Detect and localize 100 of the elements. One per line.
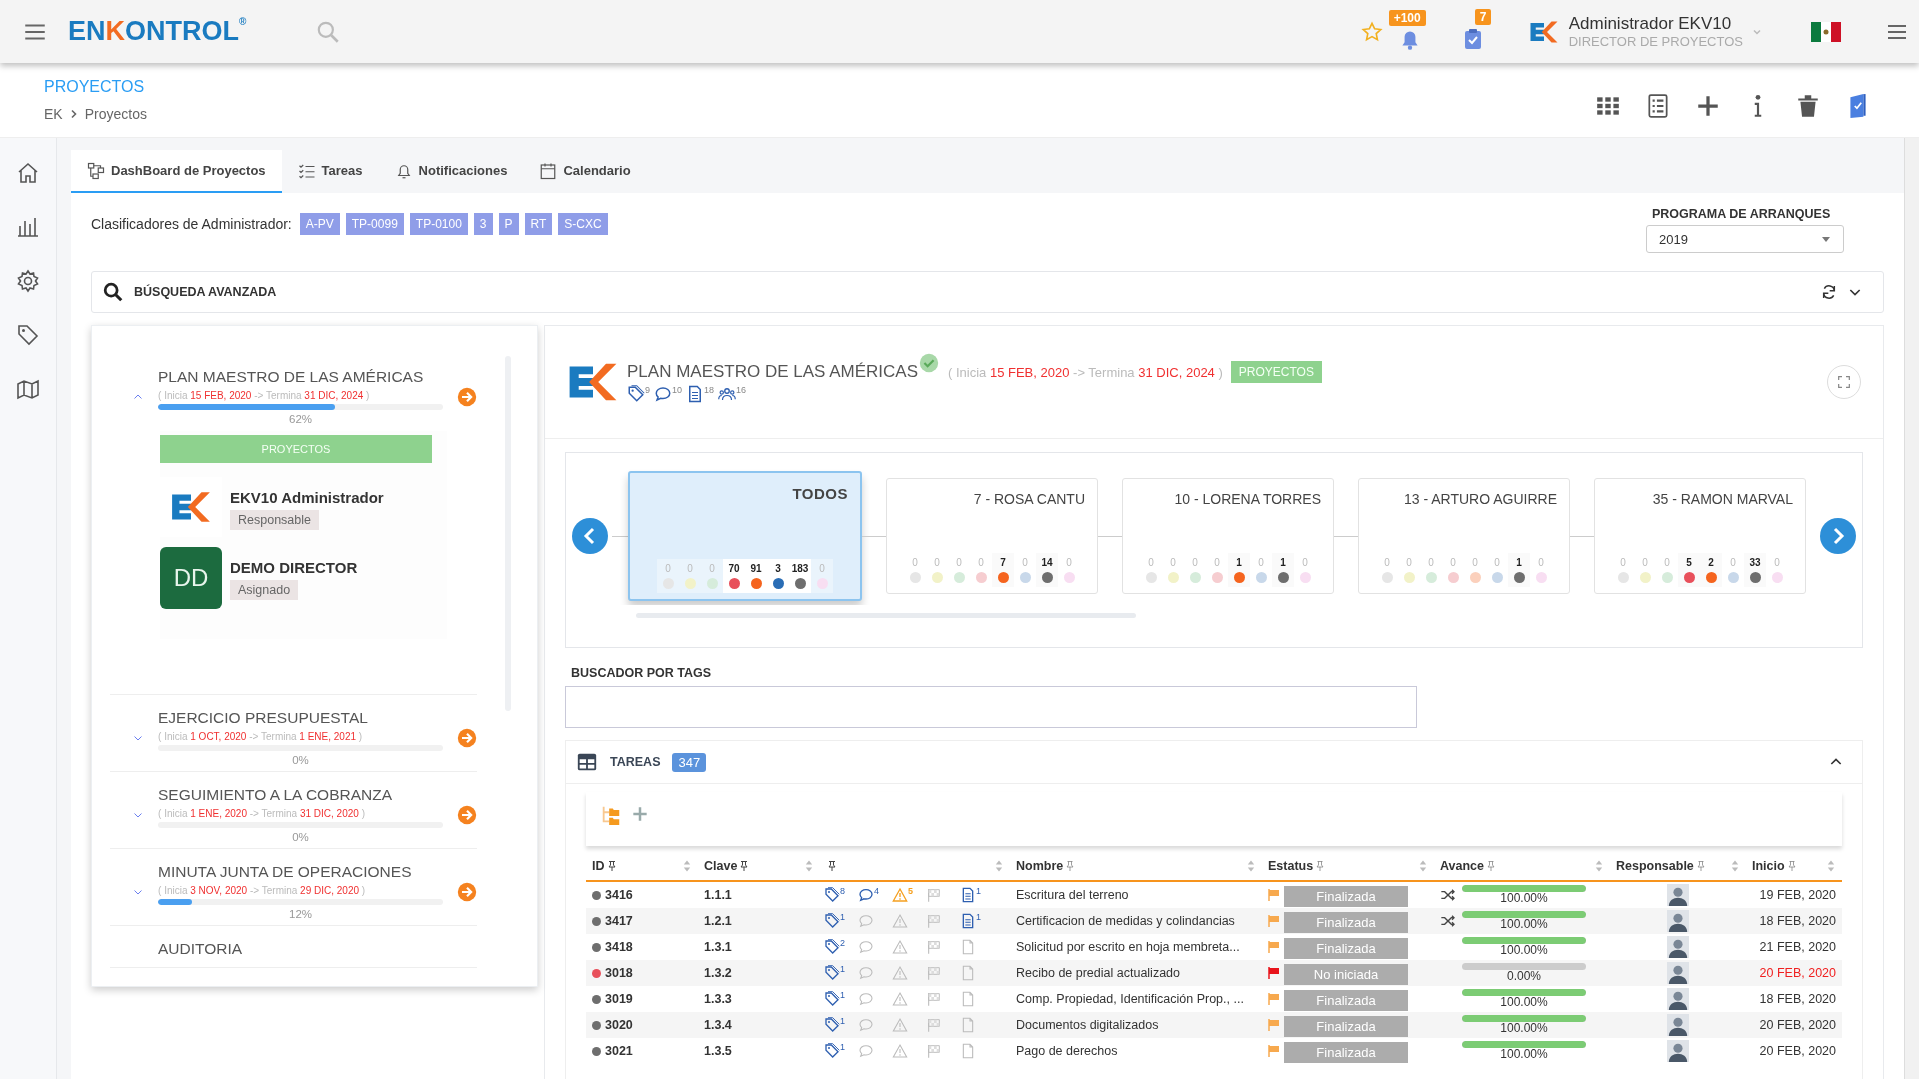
task-name[interactable]: Solicitud por escrito en hoja membreta... (1016, 940, 1240, 954)
trash-icon[interactable] (1795, 93, 1821, 119)
sort-icon[interactable] (1826, 858, 1836, 874)
sort-icon[interactable] (1246, 858, 1256, 874)
tab[interactable]: Calendario (523, 150, 647, 193)
tag-icon[interactable] (824, 1043, 840, 1059)
task-name[interactable]: Pago de derechos (1016, 1044, 1118, 1058)
task-name[interactable]: Recibo de predial actualizado (1016, 966, 1180, 980)
warning-icon[interactable] (892, 991, 908, 1007)
warning-icon[interactable] (892, 1043, 908, 1059)
pin-icon[interactable] (605, 860, 618, 872)
sort-icon[interactable] (1594, 858, 1604, 874)
tag-icon[interactable] (824, 887, 840, 903)
breadcrumb-item[interactable]: Proyectos (84, 106, 147, 122)
shuffle-icon[interactable] (1440, 887, 1456, 903)
tag-icon[interactable] (627, 385, 645, 403)
tree-icon[interactable] (600, 804, 622, 826)
advanced-search-bar[interactable]: BÚSQUEDA AVANZADA (91, 271, 1884, 313)
assignee-card[interactable]: 13 - ARTURO AGUIRRE 0 0 0 0 0 0 1 0 (1358, 478, 1570, 594)
column-header[interactable]: Inicio (1752, 859, 1785, 873)
sort-icon[interactable] (682, 858, 692, 874)
checkered-flag-icon[interactable] (926, 913, 942, 929)
warning-icon[interactable] (892, 913, 908, 929)
task-name[interactable]: Comp. Propiedad, Identificación Prop., ... (1016, 992, 1244, 1006)
shuffle-icon[interactable] (1440, 913, 1456, 929)
add-icon[interactable] (1695, 93, 1721, 119)
checkered-flag-icon[interactable] (926, 887, 942, 903)
tag-icon[interactable] (824, 965, 840, 981)
project-title[interactable]: SEGUIMIENTO A LA COBRANZA (158, 786, 443, 804)
caret-icon[interactable] (1821, 234, 1831, 244)
checkered-flag-icon[interactable] (926, 939, 942, 955)
id-cell: 3020 (605, 1018, 633, 1032)
column-header[interactable]: Clave (704, 859, 738, 873)
settings-icon[interactable] (16, 269, 40, 293)
calendar-icon[interactable] (539, 161, 558, 180)
breadcrumb-item[interactable]: EK (44, 106, 63, 122)
checkered-flag-icon[interactable] (926, 965, 942, 981)
task-name[interactable]: Certificacion de medidas y colindancias (1016, 914, 1235, 928)
logo[interactable]: ENKONTROL® (68, 16, 247, 47)
task-name[interactable]: Documentos digitalizados (1016, 1018, 1159, 1032)
previous-button[interactable] (572, 518, 608, 554)
refresh-icon[interactable] (1821, 284, 1837, 300)
flag-icon[interactable] (1811, 21, 1841, 42)
sort-icon[interactable] (1730, 858, 1740, 874)
year-dropdown[interactable]: 2019 (1646, 225, 1844, 253)
tag-icon[interactable] (16, 323, 40, 347)
tag-icon[interactable] (824, 991, 840, 1007)
sort-icon[interactable] (804, 858, 814, 874)
tab[interactable]: Notificaciones (378, 150, 524, 193)
tab[interactable]: DashBoard de Proyectos (71, 150, 282, 193)
scrollbar-track[interactable] (1904, 138, 1919, 1079)
warning-icon[interactable] (892, 1017, 908, 1033)
pin-icon[interactable] (826, 860, 838, 872)
classifier-label: Clasificadores de Administrador: (91, 216, 292, 232)
column-header[interactable]: Responsable (1616, 859, 1694, 873)
checklist-icon[interactable] (1645, 93, 1671, 119)
star-icon[interactable] (1360, 20, 1383, 43)
sort-icon[interactable] (994, 858, 1004, 874)
warning-icon[interactable] (892, 887, 908, 903)
tab[interactable]: Tareas (281, 150, 379, 193)
count-label: 1 (840, 991, 845, 1000)
tag-icon[interactable] (824, 1017, 840, 1033)
map-icon[interactable] (16, 377, 40, 401)
column-header[interactable]: Nombre (1016, 859, 1064, 873)
column-header[interactable]: Avance (1440, 859, 1484, 873)
checkered-flag-icon[interactable] (926, 1017, 942, 1033)
project-title[interactable]: PLAN MAESTRO DE LAS AMÉRICAS (158, 368, 443, 386)
assignee-card[interactable]: 35 - RAMON MARVAL 0 0 0 5 2 0 33 0 (1594, 478, 1806, 594)
tag-icon[interactable] (824, 939, 840, 955)
checkered-flag-icon[interactable] (926, 991, 942, 1007)
tag-icon[interactable] (824, 913, 840, 929)
project-title[interactable]: EJERCICIO PRESUPUESTAL (158, 709, 443, 727)
assignee-card[interactable]: TODOS 0 0 0 70 91 3 183 0 (628, 471, 862, 601)
warning-icon[interactable] (892, 939, 908, 955)
fullscreen-button[interactable] (1827, 365, 1861, 399)
fullscreen-icon[interactable] (1836, 374, 1852, 390)
pin-icon[interactable] (738, 860, 751, 872)
sort-icon[interactable] (1418, 858, 1428, 874)
comment-icon[interactable] (858, 887, 874, 903)
comment-icon[interactable] (654, 385, 672, 403)
people-icon[interactable] (718, 385, 737, 403)
warning-icon[interactable] (892, 965, 908, 981)
date-cell: 21 FEB, 2020 (1759, 940, 1836, 954)
bar-chart-icon[interactable] (16, 215, 40, 239)
next-button[interactable] (1820, 518, 1856, 554)
tag-search-field[interactable] (565, 686, 1417, 728)
project-type-badge: PROYECTOS (1230, 361, 1322, 383)
document-icon[interactable] (960, 913, 976, 929)
diagram-icon[interactable] (87, 161, 105, 180)
project-title[interactable]: AUDITORIA (158, 940, 477, 958)
column-header[interactable]: Estatus (1268, 859, 1314, 873)
home-icon[interactable] (16, 161, 40, 185)
assignee-card[interactable]: 7 - ROSA CANTU 0 0 0 0 7 0 14 0 (886, 478, 1098, 594)
checkered-flag-icon[interactable] (926, 1043, 942, 1059)
document-icon[interactable] (960, 887, 976, 903)
column-header[interactable]: ID (592, 859, 605, 873)
task-name[interactable]: Escritura del terreno (1016, 888, 1129, 902)
user-name[interactable]: Administrador EKV10 (1568, 14, 1743, 34)
assignee-card[interactable]: 10 - LORENA TORRES 0 0 0 0 1 0 1 0 (1122, 478, 1334, 594)
project-title[interactable]: MINUTA JUNTA DE OPERACIONES (158, 863, 443, 881)
